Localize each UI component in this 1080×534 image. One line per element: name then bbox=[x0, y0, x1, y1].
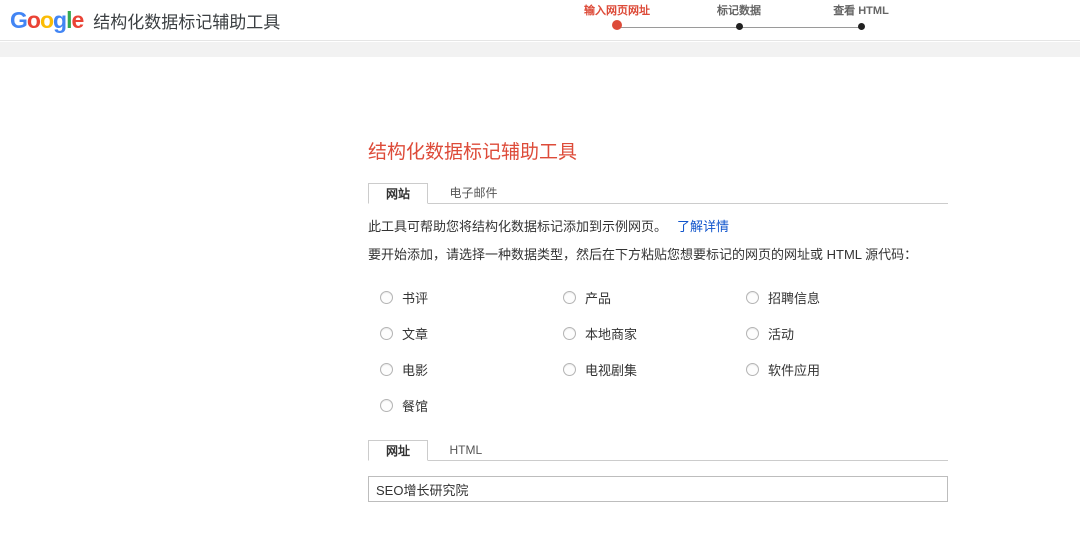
radio-icon bbox=[746, 290, 759, 304]
radio-icon bbox=[380, 326, 393, 340]
url-input[interactable] bbox=[368, 476, 948, 502]
learn-more-link[interactable]: 了解详情 bbox=[677, 219, 729, 234]
app-header: Google 结构化数据标记辅助工具 输入网页网址 标记数据 查看 HTML bbox=[0, 0, 1080, 41]
data-type-movie[interactable]: 电影 bbox=[380, 360, 563, 379]
radio-icon bbox=[563, 326, 576, 340]
data-type-software-app[interactable]: 软件应用 bbox=[746, 360, 929, 379]
step-view-html-dot-icon bbox=[857, 23, 865, 30]
step-tag-data: 标记数据 bbox=[684, 5, 794, 35]
instruction-text: 要开始添加，请选择一种数据类型，然后在下方粘贴您想要标记的网页的网址或 HTML… bbox=[368, 247, 918, 262]
radio-icon bbox=[563, 362, 576, 376]
google-logo: Google bbox=[10, 7, 84, 33]
data-type-local-business[interactable]: 本地商家 bbox=[563, 324, 746, 343]
intro-text: 此工具可帮助您将结构化数据标记添加到示例网页。 了解详情 bbox=[368, 219, 729, 234]
data-type-restaurant[interactable]: 餐馆 bbox=[380, 396, 563, 415]
data-type-book-review[interactable]: 书评 bbox=[380, 288, 563, 307]
radio-icon bbox=[380, 290, 393, 304]
data-type-article[interactable]: 文章 bbox=[380, 324, 563, 343]
step-enter-url: 输入网页网址 bbox=[562, 5, 672, 35]
page: Google 结构化数据标记辅助工具 输入网页网址 标记数据 查看 HTML 结… bbox=[0, 0, 1080, 534]
data-type-options: 书评 产品 招聘信息 文章 本地商家 活动 电影 电视剧集 软件应用 餐馆 bbox=[380, 279, 940, 423]
data-type-event[interactable]: 活动 bbox=[746, 324, 929, 343]
main-content: 结构化数据标记辅助工具 网站 电子邮件 此工具可帮助您将结构化数据标记添加到示例… bbox=[368, 0, 948, 534]
tab-website[interactable]: 网站 bbox=[368, 183, 429, 204]
tab-email[interactable]: 电子邮件 bbox=[432, 183, 514, 204]
intro-sentence: 此工具可帮助您将结构化数据标记添加到示例网页。 bbox=[368, 219, 668, 234]
data-type-job-posting[interactable]: 招聘信息 bbox=[746, 288, 929, 307]
step-tag-data-dot-icon bbox=[735, 23, 743, 30]
data-type-product[interactable]: 产品 bbox=[563, 288, 746, 307]
step-enter-url-label: 输入网页网址 bbox=[584, 5, 650, 17]
data-type-tv-series[interactable]: 电视剧集 bbox=[563, 360, 746, 379]
page-title: 结构化数据标记辅助工具 bbox=[368, 142, 578, 163]
app-title: 结构化数据标记辅助工具 bbox=[93, 13, 281, 32]
tab-url[interactable]: 网址 bbox=[368, 440, 429, 461]
step-tag-data-label: 标记数据 bbox=[717, 5, 761, 17]
radio-icon bbox=[380, 362, 393, 376]
step-enter-url-dot-icon bbox=[612, 20, 622, 30]
radio-icon bbox=[746, 326, 759, 340]
radio-icon bbox=[746, 362, 759, 376]
tab-html[interactable]: HTML bbox=[432, 440, 499, 461]
radio-icon bbox=[380, 398, 393, 412]
content-type-tabbar: 网站 电子邮件 bbox=[368, 183, 948, 204]
radio-icon bbox=[563, 290, 576, 304]
source-tabbar: 网址 HTML bbox=[368, 440, 948, 461]
header-branding: Google 结构化数据标记辅助工具 bbox=[10, 7, 280, 34]
step-view-html: 查看 HTML bbox=[806, 5, 916, 35]
step-view-html-label: 查看 HTML bbox=[833, 5, 889, 17]
